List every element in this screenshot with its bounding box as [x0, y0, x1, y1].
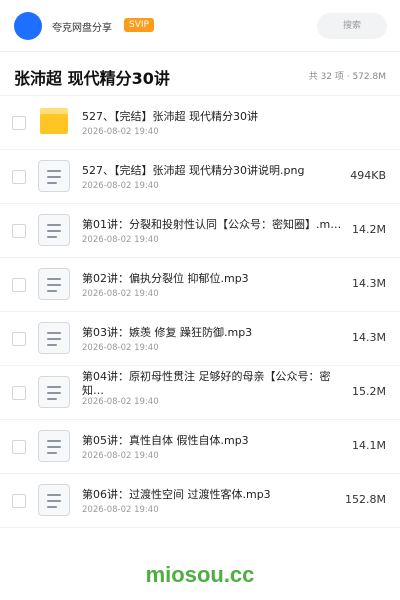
file-checkbox[interactable]	[12, 386, 26, 400]
file-size: 152.8M	[345, 493, 386, 506]
document-icon	[38, 430, 70, 462]
search-button[interactable]: 搜索	[317, 13, 387, 39]
file-row[interactable]: 第01讲：分裂和投射性认同【公众号：密知圈】.mp3 2026-08-02 19:…	[0, 204, 400, 258]
document-icon	[38, 268, 70, 300]
file-name: 527、【完结】张沛超 现代精分30讲说明.png	[82, 164, 305, 177]
file-date: 2026-08-02 19:40	[82, 343, 159, 353]
file-size: 14.3M	[352, 331, 386, 344]
file-row[interactable]: 第03讲：嫉羡 修复 躁狂防御.mp3 2026-08-02 19:40 14.3M	[0, 312, 400, 366]
file-date: 2026-08-02 19:40	[82, 505, 159, 515]
file-name: 第04讲：原初母性贯注 足够好的母亲【公众号：密知…	[82, 370, 331, 397]
file-date: 2026-08-02 19:40	[82, 235, 159, 245]
watermark: miosou.cc	[145, 562, 255, 587]
file-name: 第01讲：分裂和投射性认同【公众号：密知圈】.mp3	[82, 218, 344, 231]
file-date: 2026-08-02 19:40	[82, 451, 159, 461]
file-row[interactable]: 第05讲：真性自体 假性自体.mp3 2026-08-02 19:40 14.1M	[0, 420, 400, 474]
file-row[interactable]: 第02讲：偏执分裂位 抑郁位.mp3 2026-08-02 19:40 14.3M	[0, 258, 400, 312]
file-row[interactable]: 第06讲：过渡性空间 过渡性客体.mp3 2026-08-02 19:40 152.…	[0, 474, 400, 528]
file-checkbox[interactable]	[12, 440, 26, 454]
file-name: 第05讲：真性自体 假性自体.mp3	[82, 434, 249, 447]
file-name: 第03讲：嫉羡 修复 躁狂防御.mp3	[82, 326, 253, 339]
file-checkbox[interactable]	[12, 170, 26, 184]
document-icon	[38, 376, 70, 408]
folder-icon	[38, 106, 70, 138]
page-title: 张沛超 现代精分30讲	[14, 69, 170, 88]
file-size: 14.2M	[352, 223, 386, 236]
file-size: 494KB	[350, 169, 386, 182]
file-name: 第02讲：偏执分裂位 抑郁位.mp3	[82, 272, 249, 285]
sharer-name: 夸克网盘分享	[52, 23, 112, 34]
file-size: 14.3M	[352, 277, 386, 290]
svip-badge: SVIP	[124, 18, 154, 32]
file-name: 527、【完结】张沛超 现代精分30讲	[82, 110, 258, 123]
title-bar: 张沛超 现代精分30讲 共 32 项 · 572.8M	[0, 53, 400, 96]
file-row[interactable]: 527、【完结】张沛超 现代精分30讲说明.png 2026-08-02 19:4…	[0, 150, 400, 204]
file-row[interactable]: 527、【完结】张沛超 现代精分30讲 2026-08-02 19:40	[0, 96, 400, 150]
avatar[interactable]	[14, 12, 42, 40]
item-count-meta: 共 32 项 · 572.8M	[308, 72, 386, 82]
file-date: 2026-08-02 19:40	[82, 289, 159, 299]
file-checkbox[interactable]	[12, 116, 26, 130]
document-icon	[38, 160, 70, 192]
share-header: 夸克网盘分享 SVIP 搜索	[0, 0, 400, 52]
file-checkbox[interactable]	[12, 224, 26, 238]
file-date: 2026-08-02 19:40	[82, 127, 159, 137]
file-size: 15.2M	[352, 385, 386, 398]
document-icon	[38, 214, 70, 246]
document-icon	[38, 484, 70, 516]
search-label: 搜索	[342, 21, 361, 31]
file-name: 第06讲：过渡性空间 过渡性客体.mp3	[82, 488, 271, 501]
file-checkbox[interactable]	[12, 494, 26, 508]
file-checkbox[interactable]	[12, 332, 26, 346]
document-icon	[38, 322, 70, 354]
file-checkbox[interactable]	[12, 278, 26, 292]
file-size: 14.1M	[352, 439, 386, 452]
file-date: 2026-08-02 19:40	[82, 181, 159, 191]
file-date: 2026-08-02 19:40	[82, 397, 159, 407]
file-row[interactable]: 第04讲：原初母性贯注 足够好的母亲【公众号：密知… 2026-08-02 19:…	[0, 366, 400, 420]
